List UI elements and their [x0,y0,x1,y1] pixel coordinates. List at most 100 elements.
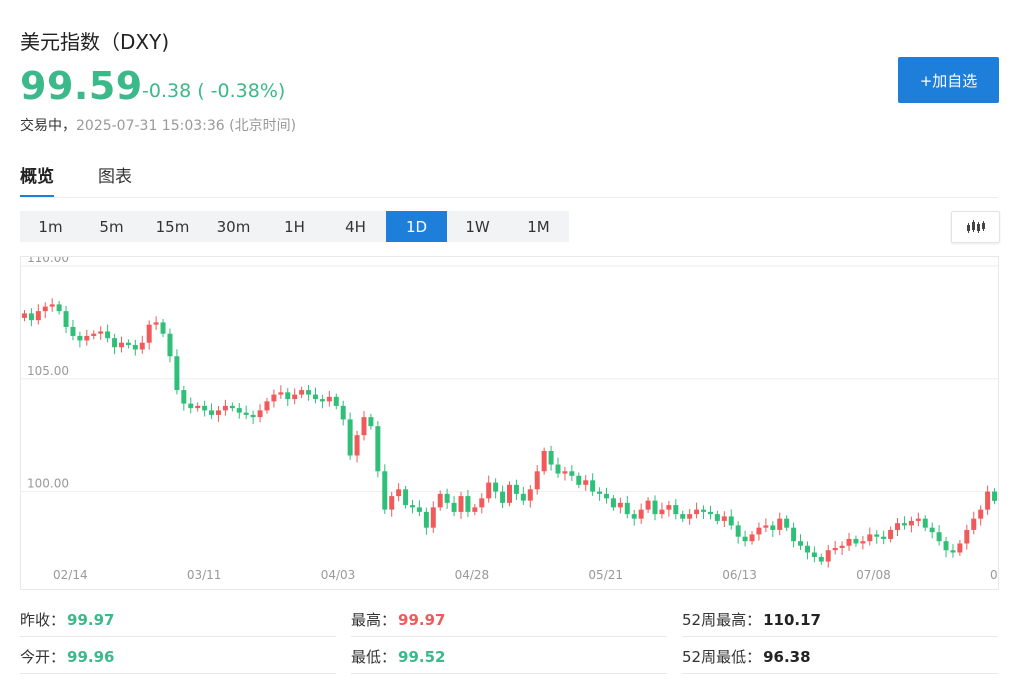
candle-body [811,552,817,557]
candle-body [181,390,187,404]
stat-value: 110.17 [763,610,821,629]
candle-body [624,502,630,515]
interval-5m[interactable]: 5m [81,211,142,242]
add-watchlist-button[interactable]: +加自选 [898,57,999,103]
candle-body [118,342,124,348]
candle-body [21,313,27,318]
candle-body [271,394,277,402]
stat-label: 52周最高： [682,611,762,629]
candle-body [35,311,41,321]
candle-body [548,450,554,465]
candle-body [604,493,610,499]
stat-label: 最高： [351,611,397,629]
x-tick-label: 04/03 [321,568,356,582]
candle-body [188,403,194,409]
y-tick-label: 110.00 [27,257,69,265]
x-tick-label: 07/3 [990,568,998,582]
candle-body [804,545,810,553]
candle-body [153,322,159,325]
candle-body [389,496,395,510]
candle-body [500,491,506,503]
candle-body [610,498,616,508]
chart-type-button[interactable] [951,211,1000,243]
stat-high: 最高： 99.97 [351,603,667,637]
candle-body [534,471,540,490]
candle-body [818,557,824,562]
candle-body [798,541,804,546]
index-title: 美元指数（DXY) [20,30,170,54]
stat-low: 最低： 99.52 [351,640,667,674]
interval-1h[interactable]: 1H [264,211,325,242]
stat-label: 今开： [20,648,66,666]
candle-body [985,491,991,510]
tab-chart[interactable]: 图表 [98,162,132,198]
candle-body [98,331,104,334]
candle-body [326,396,332,402]
candle-body [423,511,429,528]
candle-body [42,306,48,312]
interval-1m[interactable]: 1m [20,211,81,242]
interval-1d[interactable]: 1D [386,211,447,242]
candle-body [195,405,201,409]
stat-value: 99.52 [398,647,446,666]
candle-body [479,498,485,508]
candle-body [105,331,111,339]
candle-body [340,405,346,420]
candle-body [777,518,783,530]
candle-body [874,534,880,537]
candle-body [936,532,942,542]
candle-body [784,518,790,528]
candle-body [617,502,623,508]
candle-body [597,491,603,494]
candle-body [444,493,450,503]
candle-body [91,333,97,336]
interval-1w[interactable]: 1W [447,211,508,242]
candle-body [493,482,499,492]
interval-1mo[interactable]: 1M [508,211,569,242]
candle-body [964,529,970,544]
candle-body [84,335,90,341]
candle-body [992,491,998,501]
candle-body [49,304,55,307]
stat-label: 昨收： [20,611,66,629]
candle-body [943,541,949,551]
timestamp: 2025-07-31 15:03:36 [76,118,225,134]
candle-body [451,502,457,512]
candle-body [56,304,62,312]
x-tick-label: 03/11 [187,568,222,582]
candle-body [915,518,921,521]
stat-value: 99.96 [67,647,115,666]
candle-body [929,527,935,533]
interval-4h[interactable]: 4H [325,211,386,242]
candle-body [576,475,582,485]
interval-30m[interactable]: 30m [203,211,264,242]
candle-body [112,338,118,348]
candle-body [555,464,561,474]
stat-value: 96.38 [763,647,811,666]
candle-body [645,500,651,510]
candle-body [825,550,831,562]
candle-body [721,516,727,521]
candle-body [791,527,797,542]
tab-divider [20,197,998,198]
candle-body [590,480,596,492]
candle-body [749,534,755,542]
candle-body [292,394,298,400]
candle-body [250,414,256,418]
candle-body [638,509,644,519]
candle-body [527,489,533,501]
candle-body [306,390,312,395]
candle-body [756,527,762,535]
interval-15m[interactable]: 15m [142,211,203,242]
candle-body [430,507,436,528]
candle-body [486,482,492,499]
tab-overview[interactable]: 概览 [20,162,54,198]
candle-body [125,342,131,345]
y-tick-label: 100.00 [27,477,69,491]
candle-body [832,547,838,551]
candle-body [541,450,547,472]
price-chart[interactable]: 110.00 105.00 100.00 02/14 03/11 04/03 04/28 05… [20,251,1017,590]
candle-body [416,507,422,512]
candle-body [222,405,228,411]
candle-body [860,541,866,544]
